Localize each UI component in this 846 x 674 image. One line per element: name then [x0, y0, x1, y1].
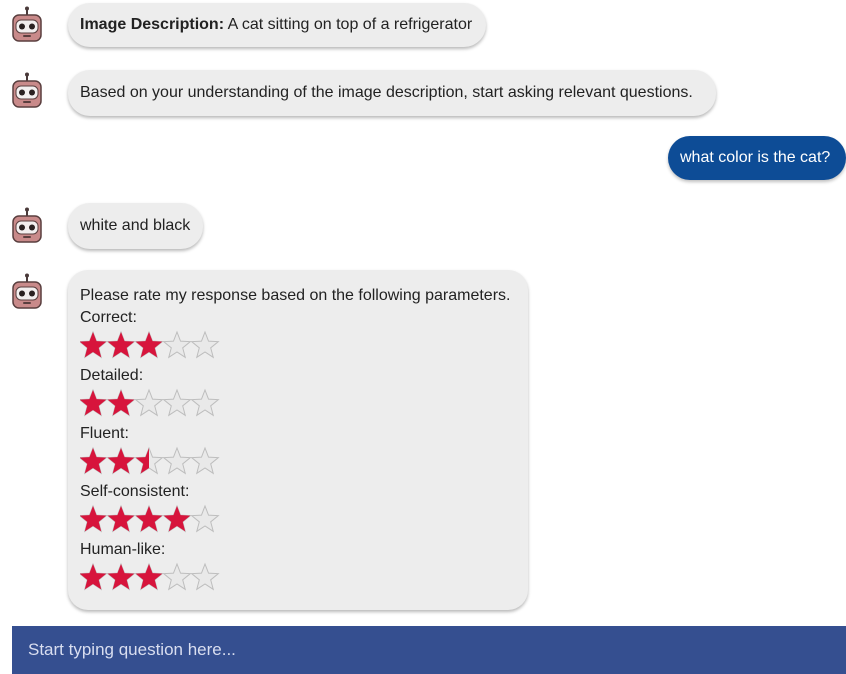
star-icon[interactable] — [162, 504, 192, 533]
star-icon[interactable] — [106, 504, 136, 533]
instruction-text: Based on your understanding of the image… — [80, 84, 693, 101]
star-icon[interactable] — [162, 330, 192, 359]
star-icon[interactable] — [134, 562, 164, 591]
rating-param-label: Detailed: — [80, 367, 144, 384]
star-icon[interactable] — [106, 446, 136, 475]
robot-icon — [12, 273, 42, 309]
rating-param-label: Self-consistent: — [80, 483, 190, 500]
star-icon[interactable] — [190, 388, 220, 417]
star-icon[interactable] — [134, 504, 164, 533]
rating-prompt: Please rate my response based on the fol… — [80, 287, 511, 304]
rating-param-label: Correct: — [80, 309, 137, 326]
bot-message-answer: white and black — [68, 203, 203, 249]
star-icon[interactable] — [80, 330, 108, 359]
star-icon[interactable] — [190, 446, 220, 475]
star-rating-1[interactable] — [80, 386, 224, 422]
star-icon[interactable] — [106, 330, 136, 359]
star-icon[interactable] — [80, 388, 108, 417]
star-icon[interactable] — [162, 446, 192, 475]
star-icon[interactable] — [80, 562, 108, 591]
user-message-text: what color is the cat? — [680, 149, 831, 166]
rating-param-label: Fluent: — [80, 425, 129, 442]
star-icon[interactable] — [190, 562, 220, 591]
star-icon[interactable] — [162, 388, 192, 417]
star-icon[interactable] — [106, 562, 136, 591]
star-rating-0[interactable] — [80, 328, 224, 364]
question-input[interactable] — [12, 626, 846, 674]
rating-panel: Please rate my response based on the fol… — [80, 286, 510, 596]
robot-icon — [12, 6, 42, 42]
image-description-label: Image Description: — [80, 16, 225, 33]
bot-message-instruction: Based on your understanding of the image… — [68, 70, 716, 116]
bot-message-image-description: Image Description: A cat sitting on top … — [68, 3, 486, 47]
rating-param-label: Human-like: — [80, 541, 166, 558]
star-icon[interactable] — [80, 446, 108, 475]
question-input-bar — [12, 626, 846, 674]
star-rating-2[interactable] — [80, 444, 224, 480]
answer-text: white and black — [80, 217, 191, 234]
star-icon[interactable] — [190, 504, 220, 533]
star-icon[interactable] — [106, 388, 136, 417]
image-description-text: A cat sitting on top of a refrigerator — [224, 16, 473, 33]
robot-icon — [12, 207, 42, 243]
bot-message-rating: Please rate my response based on the fol… — [68, 270, 528, 610]
star-rating-3[interactable] — [80, 502, 224, 538]
star-icon[interactable] — [134, 330, 164, 359]
star-icon[interactable] — [162, 562, 192, 591]
star-icon[interactable] — [134, 446, 164, 475]
robot-icon — [12, 72, 42, 108]
star-icon[interactable] — [190, 330, 220, 359]
star-rating-4[interactable] — [80, 560, 224, 596]
user-message: what color is the cat? — [668, 136, 846, 180]
star-icon[interactable] — [80, 504, 108, 533]
star-icon[interactable] — [134, 388, 164, 417]
